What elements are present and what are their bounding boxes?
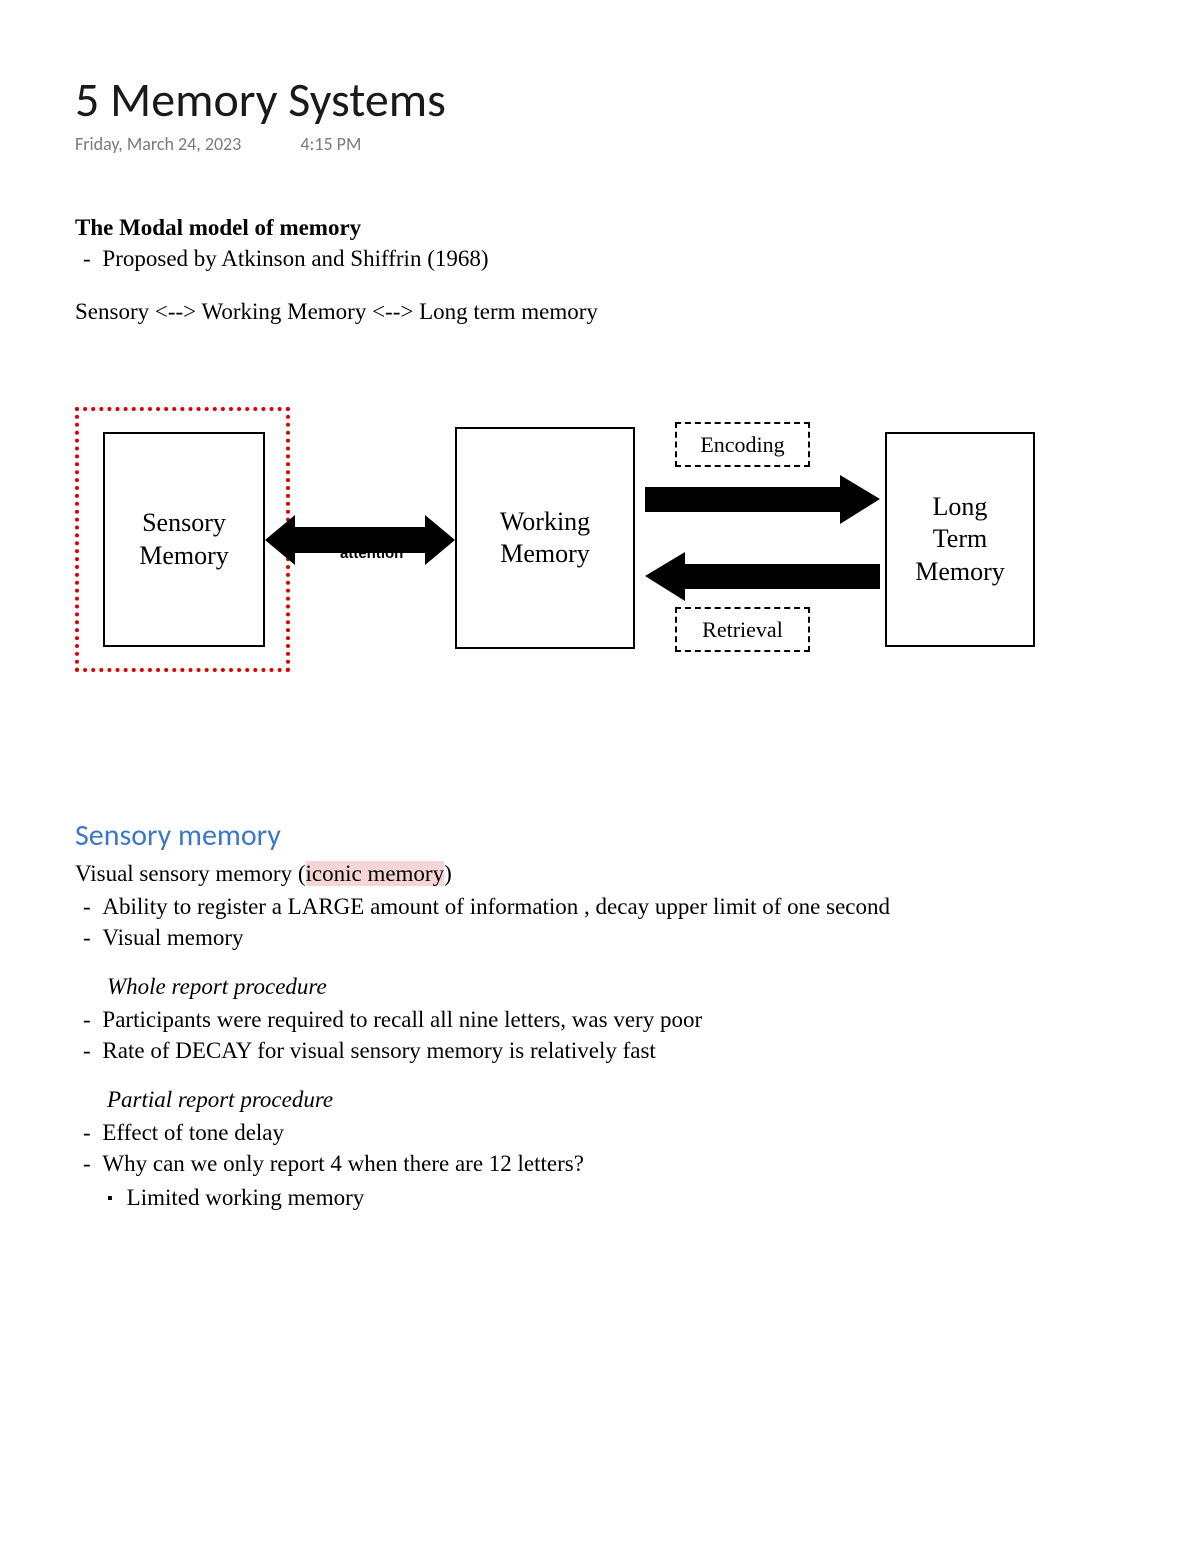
flow-line-text: Sensory <--> Working Memory <--> Long te…	[75, 296, 1125, 327]
sensory-bullet-1: Ability to register a LARGE amount of in…	[107, 891, 1125, 922]
partial-report-heading: Partial report procedure	[107, 1084, 1125, 1115]
working-memory-box: Working Memory	[455, 427, 635, 649]
partial-report-sub-bullet-1: Limited working memory	[135, 1182, 1125, 1213]
encoding-label: Encoding	[700, 432, 784, 458]
memory-diagram: Sensory Memory Working Memory Long Term …	[75, 397, 1075, 727]
sensory-memory-heading: Sensory memory	[75, 817, 1125, 854]
attention-label: attention	[340, 545, 403, 562]
sensory-bullet-2: Visual memory	[107, 922, 1125, 953]
whole-report-bullet-2: Rate of DECAY for visual sensory memory …	[107, 1035, 1125, 1066]
visual-sensory-prefix: Visual sensory memory (	[75, 861, 306, 886]
document-page: 5 Memory Systems Friday, March 24, 2023 …	[0, 0, 1200, 1247]
sensory-bullets: Ability to register a LARGE amount of in…	[107, 891, 1125, 953]
date-text: Friday, March 24, 2023	[75, 133, 241, 155]
partial-report-sub-bullets: Limited working memory	[135, 1182, 1125, 1213]
sensory-memory-box: Sensory Memory	[103, 432, 265, 647]
page-meta: Friday, March 24, 2023 4:15 PM	[75, 133, 1125, 155]
long-term-memory-label: Long Term Memory	[915, 491, 1005, 589]
retrieval-box: Retrieval	[675, 607, 810, 652]
encoding-arrow-icon	[645, 472, 880, 527]
modal-proposed-item: Proposed by Atkinson and Shiffrin (1968)	[107, 243, 1125, 274]
partial-report-bullet-1: Effect of tone delay	[107, 1117, 1125, 1148]
page-title: 5 Memory Systems	[75, 70, 1125, 129]
visual-sensory-line: Visual sensory memory (iconic memory)	[75, 858, 1125, 889]
partial-report-bullets: Effect of tone delay Why can we only rep…	[107, 1117, 1125, 1179]
whole-report-bullets: Participants were required to recall all…	[107, 1004, 1125, 1066]
modal-heading: The Modal model of memory	[75, 215, 1125, 241]
double-arrow-icon	[265, 505, 455, 575]
iconic-memory-highlight: iconic memory	[306, 861, 445, 886]
encoding-box: Encoding	[675, 422, 810, 467]
time-text: 4:15 PM	[300, 133, 361, 155]
retrieval-arrow-icon	[645, 549, 880, 604]
working-memory-label: Working Memory	[500, 506, 590, 571]
whole-report-bullet-1: Participants were required to recall all…	[107, 1004, 1125, 1035]
whole-report-heading: Whole report procedure	[107, 971, 1125, 1002]
long-term-memory-box: Long Term Memory	[885, 432, 1035, 647]
modal-proposed-list: Proposed by Atkinson and Shiffrin (1968)	[107, 243, 1125, 274]
partial-report-bullet-2: Why can we only report 4 when there are …	[107, 1148, 1125, 1179]
visual-sensory-suffix: )	[444, 861, 452, 886]
retrieval-label: Retrieval	[702, 617, 783, 643]
sensory-memory-label: Sensory Memory	[139, 507, 229, 572]
